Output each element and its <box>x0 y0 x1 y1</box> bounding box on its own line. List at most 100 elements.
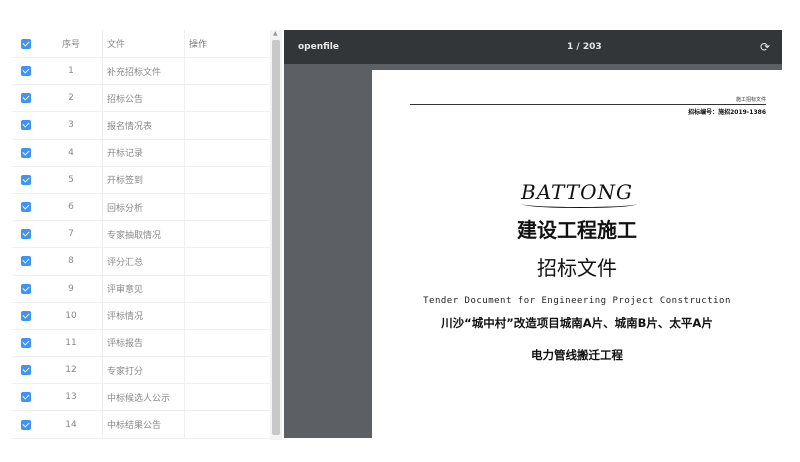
viewer-file-name: openfile <box>298 42 339 52</box>
checkbox-checked-icon[interactable] <box>21 283 31 294</box>
checkbox-checked-icon[interactable] <box>21 229 31 240</box>
checkbox-checked-icon[interactable] <box>21 93 31 104</box>
header-operation: 操作 <box>184 30 270 57</box>
checkbox-checked-icon[interactable] <box>21 202 31 213</box>
row-checkbox[interactable] <box>12 93 40 104</box>
row-operation <box>184 411 270 438</box>
row-operation <box>184 112 270 139</box>
row-file-name[interactable]: 报名情况表 <box>102 112 184 139</box>
checkbox-checked-icon[interactable] <box>21 419 31 430</box>
table-row[interactable]: 5 开标签到 <box>12 166 270 194</box>
row-file-name[interactable]: 回标分析 <box>102 193 184 221</box>
table-row[interactable]: 7 专家抽取情况 <box>12 221 270 249</box>
row-index: 10 <box>65 310 77 321</box>
checkbox-checked-icon[interactable] <box>21 256 31 267</box>
row-index: 9 <box>68 283 74 294</box>
table-row[interactable]: 12 专家打分 <box>12 357 270 385</box>
row-index: 2 <box>68 93 74 104</box>
page-indicator: 1 / 203 <box>567 42 602 52</box>
doc-title-line2: 招标文件 <box>537 256 617 280</box>
row-checkbox[interactable] <box>12 392 40 403</box>
doc-project-line2: 电力管线搬迁工程 <box>531 348 623 362</box>
table-row[interactable]: 13 中标候选人公示 <box>12 384 270 412</box>
row-operation <box>184 384 270 411</box>
checkbox-checked-icon[interactable] <box>21 365 31 376</box>
document-page: 施工招标文件 招标编号：施招2019-1386 BATTONG 建设工程施工 招… <box>372 70 782 438</box>
table-row[interactable]: 9 评审意见 <box>12 275 270 303</box>
doc-header-rule <box>410 104 766 105</box>
table-row[interactable]: 3 报名情况表 <box>12 112 270 140</box>
row-checkbox[interactable] <box>12 66 40 77</box>
row-index: 7 <box>68 229 74 240</box>
checkbox-checked-icon[interactable] <box>21 392 31 403</box>
scroll-up-arrow-icon[interactable]: ▲ <box>273 30 278 37</box>
checkbox-checked-icon[interactable] <box>21 310 31 321</box>
doc-header-label: 施工招标文件 <box>735 97 766 103</box>
row-file-name[interactable]: 招标公告 <box>102 85 184 112</box>
row-file-name[interactable]: 专家打分 <box>102 357 184 384</box>
table-row[interactable]: 8 评分汇总 <box>12 248 270 276</box>
table-row[interactable]: 2 招标公告 <box>12 85 270 113</box>
row-operation <box>184 329 270 357</box>
row-operation <box>184 139 270 166</box>
row-checkbox[interactable] <box>12 120 40 131</box>
row-checkbox[interactable] <box>12 365 40 376</box>
table-row[interactable]: 14 中标结果公告 <box>12 411 270 439</box>
checkbox-checked-icon[interactable] <box>21 38 31 49</box>
row-checkbox[interactable] <box>12 283 40 294</box>
row-operation <box>184 275 270 302</box>
row-checkbox[interactable] <box>12 202 40 213</box>
row-index: 3 <box>68 120 74 131</box>
row-operation <box>184 166 270 193</box>
row-checkbox[interactable] <box>12 174 40 185</box>
checkbox-checked-icon[interactable] <box>21 120 31 131</box>
row-index: 4 <box>68 147 74 158</box>
select-all-checkbox[interactable] <box>12 38 40 49</box>
row-operation <box>184 302 270 329</box>
table-row[interactable]: 10 评标情况 <box>12 302 270 330</box>
row-checkbox[interactable] <box>12 419 40 430</box>
pdf-viewer: openfile 1 / 203 ⟳ 施工招标文件 招标编号：施招2019-13… <box>284 30 782 438</box>
file-table: 序号 文件 操作 1 补充招标文件 2 招标公告 3 报名情况表 4 开标记录 5 开标签到 6 回标… <box>12 30 270 440</box>
header-index: 序号 <box>61 40 80 50</box>
row-file-name[interactable]: 中标候选人公示 <box>102 384 184 411</box>
table-row[interactable]: 1 补充招标文件 <box>12 58 270 86</box>
row-index: 11 <box>65 337 77 348</box>
rotate-icon[interactable]: ⟳ <box>760 40 770 54</box>
scroll-thumb[interactable] <box>272 40 280 435</box>
row-file-name[interactable]: 评审意见 <box>102 275 184 302</box>
table-row[interactable]: 6 回标分析 <box>12 193 270 222</box>
checkbox-checked-icon[interactable] <box>21 337 31 348</box>
row-file-name[interactable]: 评标报告 <box>102 329 184 357</box>
table-row[interactable]: 11 评标报告 <box>12 329 270 358</box>
checkbox-checked-icon[interactable] <box>21 174 31 185</box>
row-checkbox[interactable] <box>12 229 40 240</box>
row-checkbox[interactable] <box>12 147 40 158</box>
row-file-name[interactable]: 开标签到 <box>102 166 184 193</box>
row-file-name[interactable]: 专家抽取情况 <box>102 221 184 248</box>
row-operation <box>184 85 270 112</box>
row-file-name[interactable]: 中标结果公告 <box>102 411 184 438</box>
table-row[interactable]: 4 开标记录 <box>12 139 270 167</box>
row-index: 12 <box>65 365 77 376</box>
row-file-name[interactable]: 开标记录 <box>102 139 184 166</box>
row-operation <box>184 193 270 221</box>
checkbox-checked-icon[interactable] <box>21 147 31 158</box>
doc-tender-number: 招标编号：施招2019-1386 <box>688 109 766 116</box>
row-checkbox[interactable] <box>12 256 40 267</box>
row-index: 1 <box>68 66 74 77</box>
doc-title-english: Tender Document for Engineering Project … <box>423 296 731 306</box>
row-index: 6 <box>68 202 74 213</box>
row-checkbox[interactable] <box>12 310 40 321</box>
checkbox-checked-icon[interactable] <box>21 66 31 77</box>
table-scrollbar[interactable]: ▲ <box>270 30 282 440</box>
row-checkbox[interactable] <box>12 337 40 348</box>
row-file-name[interactable]: 评分汇总 <box>102 248 184 275</box>
row-index: 14 <box>65 419 77 430</box>
row-file-name[interactable]: 补充招标文件 <box>102 58 184 85</box>
viewer-toolbar: openfile 1 / 203 ⟳ <box>284 30 782 64</box>
row-index: 13 <box>65 392 77 403</box>
row-file-name[interactable]: 评标情况 <box>102 302 184 329</box>
row-operation <box>184 357 270 384</box>
doc-title-line1: 建设工程施工 <box>517 218 637 242</box>
